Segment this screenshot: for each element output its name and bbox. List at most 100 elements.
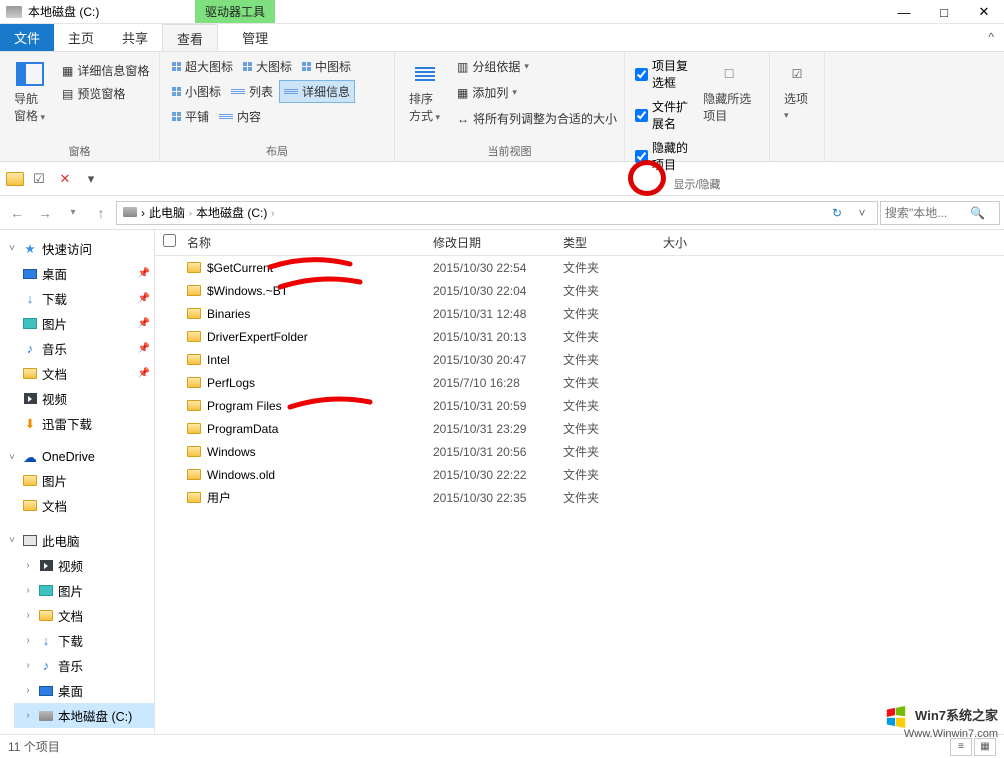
up-button[interactable]: ↑ (88, 200, 114, 226)
tree-quick-access[interactable]: ˅★快速访问 (0, 236, 154, 261)
file-row[interactable]: DriverExpertFolder2015/10/31 20:13文件夹 (155, 325, 1004, 348)
details-pane-button[interactable]: ▦详细信息窗格 (58, 60, 153, 81)
search-box[interactable]: 🔍 (880, 201, 1000, 225)
navigation-tree[interactable]: ˅★快速访问 桌面📌 ↓下载📌 图片📌 ♪音乐📌 文档📌 视频 ⬇迅雷下载 ˅☁… (0, 230, 155, 734)
tree-pc-downloads[interactable]: ›↓下载 (14, 628, 154, 653)
tree-documents[interactable]: 文档📌 (14, 361, 154, 386)
maximize-button[interactable]: □ (924, 0, 964, 24)
preview-pane-button[interactable]: ▤预览窗格 (58, 83, 153, 104)
file-row[interactable]: Windows.old2015/10/30 22:22文件夹 (155, 463, 1004, 486)
file-row[interactable]: $GetCurrent2015/10/30 22:54文件夹 (155, 256, 1004, 279)
tree-videos[interactable]: 视频 (14, 386, 154, 411)
qat-delete-icon[interactable]: ✕ (54, 168, 76, 190)
tree-desktop[interactable]: 桌面📌 (14, 261, 154, 286)
file-row[interactable]: Binaries2015/10/31 12:48文件夹 (155, 302, 1004, 325)
pin-icon: 📌 (138, 293, 150, 304)
tree-pc-desktop[interactable]: ›桌面 (14, 678, 154, 703)
file-extensions-toggle[interactable]: 文件扩展名 (633, 97, 691, 133)
crumb-this-pc[interactable]: 此电脑› (149, 204, 192, 221)
tree-music[interactable]: ♪音乐📌 (14, 336, 154, 361)
file-row[interactable]: ProgramData2015/10/31 23:29文件夹 (155, 417, 1004, 440)
file-row[interactable]: PerfLogs2015/7/10 16:28文件夹 (155, 371, 1004, 394)
tab-manage[interactable]: 管理 (228, 24, 282, 51)
folder-icon (187, 285, 201, 296)
pin-icon: 📌 (138, 343, 150, 354)
back-button[interactable]: ← (4, 200, 30, 226)
group-by-button[interactable]: ▥分组依据 (453, 56, 621, 77)
close-button[interactable]: ✕ (964, 0, 1004, 24)
view-l-icons[interactable]: 大图标 (239, 56, 296, 77)
view-thumb-toggle[interactable]: ▦ (974, 738, 996, 756)
select-all-checkbox[interactable] (163, 234, 176, 247)
tab-file[interactable]: 文件 (0, 24, 54, 51)
refresh-icon[interactable]: ↻ (825, 206, 849, 220)
view-s-icons[interactable]: 小图标 (168, 80, 225, 103)
history-dropdown[interactable]: ▾ (60, 200, 86, 226)
drive-icon (6, 6, 22, 18)
qat-dropdown-icon[interactable]: ▾ (80, 168, 102, 190)
tree-this-pc[interactable]: ˅此电脑 (0, 528, 154, 553)
drive-glyph-icon (123, 206, 137, 220)
address-bar[interactable]: › 此电脑› 本地磁盘 (C:)› ↻ ˅ (116, 201, 878, 225)
minimize-button[interactable]: — (884, 0, 924, 24)
address-dropdown-icon[interactable]: ˅ (853, 206, 871, 220)
view-xl-icons[interactable]: 超大图标 (168, 56, 237, 77)
file-row[interactable]: Windows2015/10/31 20:56文件夹 (155, 440, 1004, 463)
tab-home[interactable]: 主页 (54, 24, 108, 51)
hide-selected-button[interactable]: ☐ 隐藏所选项目 (697, 56, 761, 128)
file-type: 文件夹 (563, 443, 663, 460)
autosize-columns-button[interactable]: ↔将所有列调整为合适的大小 (453, 108, 621, 129)
watermark: Win7系统之家 Www.Winwin7.com (883, 705, 998, 740)
qat-checkbox-icon[interactable]: ☑ (28, 168, 50, 190)
options-button[interactable]: ☑ 选项 (778, 56, 816, 125)
forward-button[interactable]: → (32, 200, 58, 226)
file-list[interactable]: 名称 修改日期 类型 大小 $GetCurrent2015/10/30 22:5… (155, 230, 1004, 734)
tree-od-pictures[interactable]: 图片 (14, 468, 154, 493)
contextual-tab-drive-tools[interactable]: 驱动器工具 (195, 0, 275, 23)
view-m-icons[interactable]: 中图标 (298, 56, 355, 77)
file-row[interactable]: 用户2015/10/30 22:35文件夹 (155, 486, 1004, 509)
file-row[interactable]: Intel2015/10/30 20:47文件夹 (155, 348, 1004, 371)
file-name: Binaries (207, 307, 250, 321)
view-tiles[interactable]: 平铺 (168, 106, 213, 127)
tree-pc-videos[interactable]: ›视频 (14, 553, 154, 578)
col-header-size[interactable]: 大小 (663, 234, 743, 251)
view-list[interactable]: 列表 (227, 80, 277, 103)
file-date: 2015/10/31 12:48 (433, 307, 563, 321)
folder-icon (187, 262, 201, 273)
tree-xunlei[interactable]: ⬇迅雷下载 (14, 411, 154, 436)
col-header-name[interactable]: 名称 (183, 234, 433, 251)
item-checkboxes-toggle[interactable]: 项目复选框 (633, 56, 691, 92)
file-name: $Windows.~BT (207, 284, 288, 298)
tab-share[interactable]: 共享 (108, 24, 162, 51)
col-header-type[interactable]: 类型 (563, 234, 663, 251)
file-row[interactable]: $Windows.~BT2015/10/30 22:04文件夹 (155, 279, 1004, 302)
search-input[interactable] (885, 206, 970, 220)
tree-pc-documents[interactable]: ›文档 (14, 603, 154, 628)
file-type: 文件夹 (563, 397, 663, 414)
tree-pc-pictures[interactable]: ›图片 (14, 578, 154, 603)
tree-pictures[interactable]: 图片📌 (14, 311, 154, 336)
tree-downloads[interactable]: ↓下载📌 (14, 286, 154, 311)
file-type: 文件夹 (563, 259, 663, 276)
add-columns-button[interactable]: ▦添加列 (453, 82, 621, 103)
tree-drive-c[interactable]: ›本地磁盘 (C:) (14, 703, 154, 728)
tree-od-documents[interactable]: 文档 (14, 493, 154, 518)
col-header-date[interactable]: 修改日期 (433, 234, 563, 251)
tab-view[interactable]: 查看 (162, 24, 218, 51)
hidden-items-toggle[interactable]: 隐藏的项目 (633, 138, 691, 174)
view-details[interactable]: 详细信息 (279, 80, 355, 103)
file-date: 2015/10/30 22:54 (433, 261, 563, 275)
view-details-toggle[interactable]: ≡ (950, 738, 972, 756)
file-row[interactable]: Program Files2015/10/31 20:59文件夹 (155, 394, 1004, 417)
nav-pane-button[interactable]: 导航窗格 (8, 56, 52, 128)
nav-pane-label: 导航窗格 (14, 90, 46, 124)
file-date: 2015/10/31 20:13 (433, 330, 563, 344)
view-content[interactable]: 内容 (215, 106, 265, 127)
folder-icon (187, 308, 201, 319)
ribbon-collapse-icon[interactable]: ^ (988, 30, 994, 44)
sort-by-button[interactable]: 排序方式 (403, 56, 447, 128)
tree-onedrive[interactable]: ˅☁OneDrive (0, 446, 154, 468)
crumb-drive-c[interactable]: 本地磁盘 (C:)› (196, 204, 274, 221)
tree-pc-music[interactable]: ›♪音乐 (14, 653, 154, 678)
